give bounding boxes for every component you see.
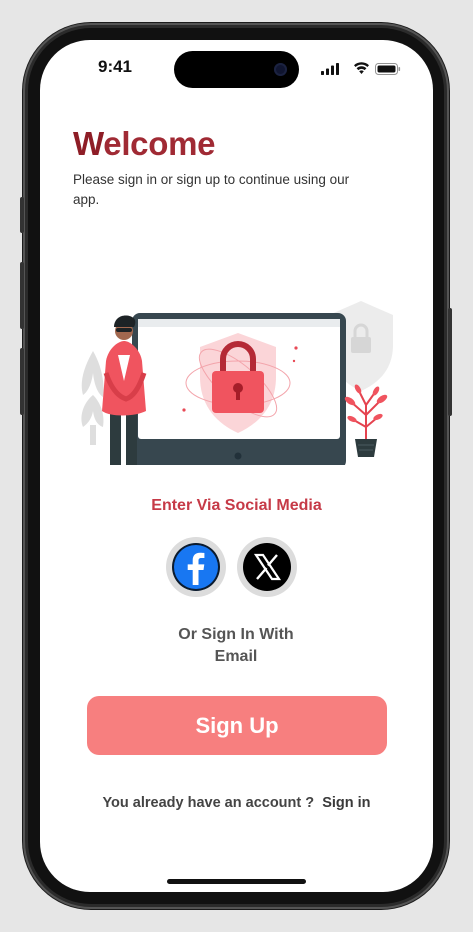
social-media-heading: Enter Via Social Media <box>151 497 322 514</box>
volume-up-button <box>20 262 24 329</box>
email-signin-prompt: Or Sign In With Email <box>136 624 336 668</box>
x-icon <box>243 543 291 591</box>
status-time: 9:41 <box>97 57 133 76</box>
camera-icon <box>274 63 287 76</box>
email-signin-line2[interactable]: Email <box>136 646 336 668</box>
dynamic-island <box>174 51 299 88</box>
plant-left-icon <box>81 351 104 445</box>
email-signin-line1: Or Sign In With <box>178 626 294 643</box>
account-prompt: You already have an account ? <box>102 795 315 811</box>
status-icons <box>321 62 401 75</box>
page-title: Welcome <box>73 125 216 163</box>
signal-icon <box>321 63 339 75</box>
volume-down-button <box>20 348 24 415</box>
sign-in-link[interactable]: Sign in <box>322 795 370 811</box>
title-initial: W <box>73 125 104 162</box>
wifi-icon <box>354 62 369 74</box>
facebook-icon <box>172 543 220 591</box>
title-rest: elcome <box>103 125 216 162</box>
security-illustration <box>81 301 393 465</box>
account-prompt-row: You already have an account ? Sign in <box>40 795 433 811</box>
sign-up-button[interactable]: Sign Up <box>87 696 387 755</box>
home-indicator <box>167 879 306 884</box>
plant-right-icon <box>344 384 388 457</box>
subtitle: Please sign in or sign up to continue us… <box>73 172 350 207</box>
action-button <box>20 197 24 233</box>
x-login-button[interactable] <box>237 537 297 597</box>
facebook-login-button[interactable] <box>166 537 226 597</box>
app-screen: 9:41 Welcome Please sign in or sign up t… <box>40 40 433 892</box>
power-button <box>448 308 452 416</box>
battery-icon <box>375 63 401 75</box>
